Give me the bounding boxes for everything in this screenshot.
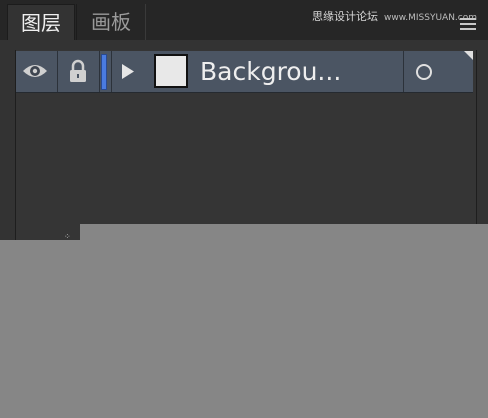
layer-row[interactable]: Backgrou... [16,51,473,93]
tab-layers[interactable]: 图层 [7,4,75,40]
target-circle-icon[interactable] [406,51,446,92]
layer-name[interactable]: Backgrou... [200,51,341,92]
watermark-text: 思缘设计论坛 [312,10,378,23]
column-separator [99,51,100,92]
column-separator [403,51,404,92]
lock-icon[interactable] [58,51,98,92]
eye-icon[interactable] [16,51,56,92]
selection-corner-marker [464,51,473,60]
overlay-area [80,224,488,240]
layers-panel: 图层 画板 思缘设计论坛 www.MISSYUAN.com Backgrou..… [0,0,488,241]
layer-color-indicator [101,54,107,90]
tab-artboards[interactable]: 画板 [76,4,146,40]
hamburger-menu-icon[interactable] [460,18,476,32]
layer-thumbnail[interactable] [154,54,188,88]
overlay-area [0,240,488,418]
triangle-right-icon[interactable] [113,51,143,92]
tab-bar: 图层 画板 思缘设计论坛 www.MISSYUAN.com [0,0,488,40]
column-separator [111,51,112,92]
watermark: 思缘设计论坛 www.MISSYUAN.com [312,8,477,24]
